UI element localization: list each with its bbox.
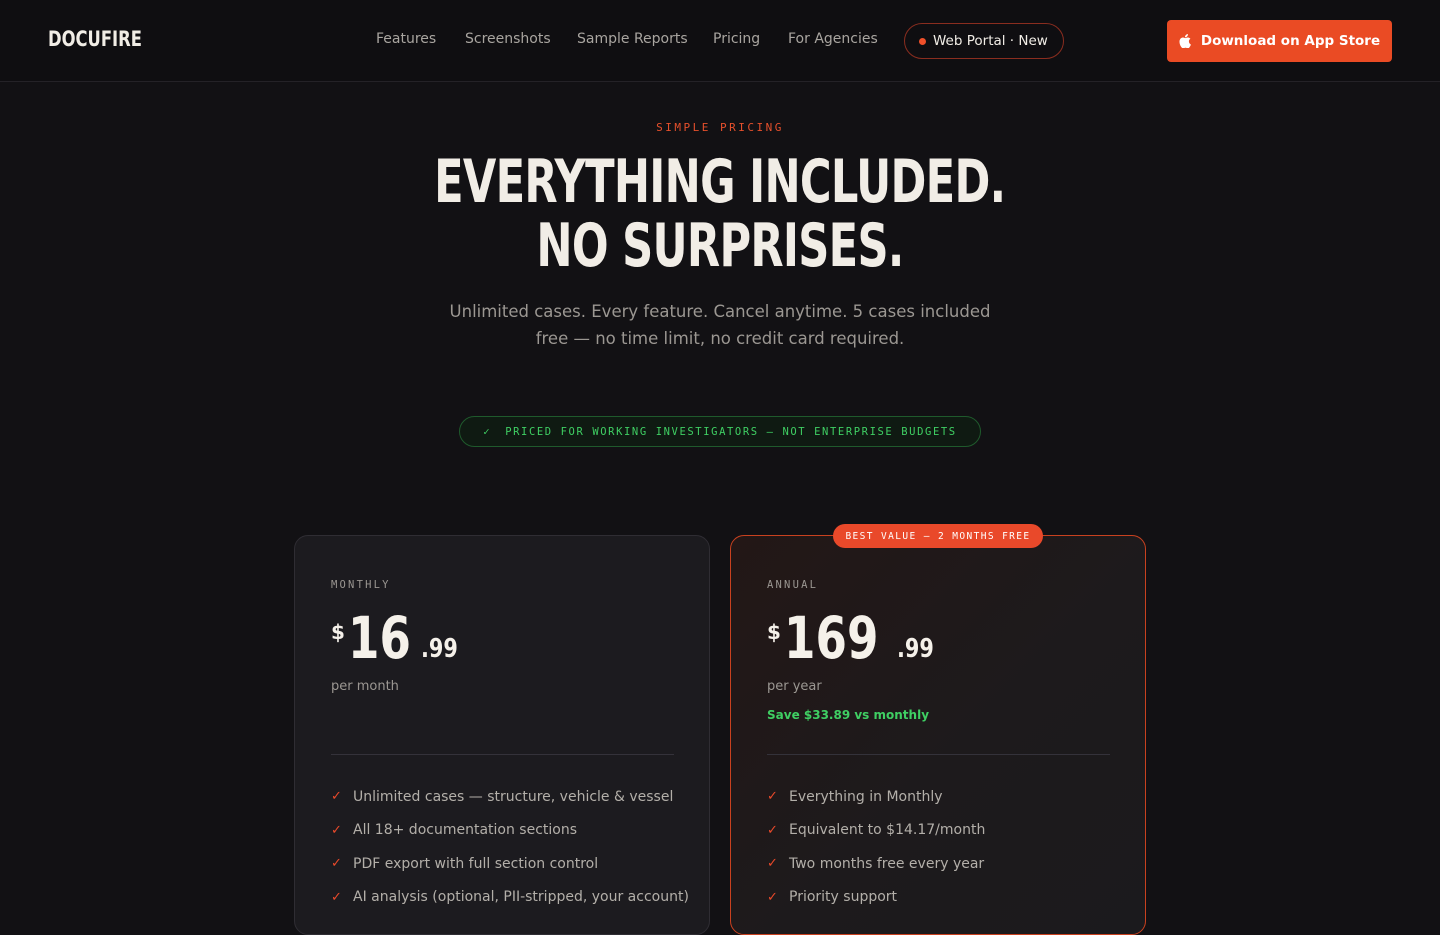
plan-card-monthly[interactable]: MONTHLY $ 16 .99 per month ✓ Unlimited ca… (294, 535, 710, 935)
best-value-badge: BEST VALUE — 2 MONTHS FREE (833, 524, 1043, 548)
price-whole: 169 (783, 604, 879, 672)
plan-price: $ 16 .99 (331, 606, 467, 676)
plan-label: MONTHLY (331, 579, 391, 591)
logo[interactable]: DOCUFIRE (48, 27, 142, 51)
apple-icon (1179, 34, 1191, 48)
savings-note: Save $33.89 vs monthly (767, 708, 930, 722)
headline-line-1: EVERYTHING INCLUDED. (434, 147, 1006, 217)
price-currency: $ (331, 620, 345, 644)
feature-item: ✓ Priority support (767, 881, 985, 915)
eyebrow-label: SIMPLE PRICING (656, 121, 784, 134)
feature-text: Unlimited cases — structure, vehicle & v… (353, 788, 674, 805)
feature-text: PDF export with full section control (353, 855, 599, 872)
page-title: EVERYTHING INCLUDED. NO SURPRISES. (0, 150, 1440, 278)
web-portal-label: Web Portal · New (933, 33, 1048, 49)
check-icon: ✓ (767, 789, 778, 805)
priced-for-label: PRICED FOR WORKING INVESTIGATORS — NOT E… (505, 425, 957, 438)
check-icon: ✓ (767, 856, 778, 872)
divider (331, 754, 674, 755)
feature-list: ✓ Everything in Monthly ✓ Equivalent to $1… (767, 780, 985, 914)
plan-period: per year (767, 679, 822, 694)
nav-link-for-agencies[interactable]: For Agencies (788, 31, 878, 47)
check-icon: ✓ (331, 856, 342, 872)
price-whole: 16 (347, 604, 411, 672)
feature-text: All 18+ documentation sections (353, 822, 577, 839)
divider (767, 754, 1110, 755)
feature-text: Everything in Monthly (789, 788, 943, 805)
feature-item: ✓ Two months free every year (767, 847, 985, 881)
headline-line-2: NO SURPRISES. (536, 211, 904, 281)
nav-link-pricing[interactable]: Pricing (713, 31, 760, 47)
nav-link-screenshots[interactable]: Screenshots (465, 31, 551, 47)
check-icon: ✓ (767, 822, 778, 838)
nav-link-sample-reports[interactable]: Sample Reports (577, 31, 688, 47)
feature-text: Two months free every year (789, 855, 985, 872)
download-label: Download on App Store (1200, 33, 1381, 49)
feature-text: Equivalent to $14.17/month (789, 822, 986, 839)
feature-item: ✓ Everything in Monthly (767, 780, 985, 814)
subheading: Unlimited cases. Every feature. Cancel a… (449, 302, 991, 348)
feature-text: AI analysis (optional, PII-stripped, you… (353, 889, 689, 906)
plan-period: per month (331, 679, 399, 694)
price-currency: $ (767, 620, 781, 644)
check-icon: ✓ (331, 789, 342, 805)
download-app-store-button[interactable]: Download on App Store (1167, 20, 1392, 62)
check-icon: ✓ (331, 889, 342, 905)
feature-item: ✓ PDF export with full section control (331, 847, 689, 881)
price-cents: .99 (420, 634, 458, 664)
check-icon: ✓ (767, 889, 778, 905)
feature-item: ✓ Unlimited cases — structure, vehicle & … (331, 780, 689, 814)
check-icon: ✓ (483, 425, 492, 438)
feature-text: Priority support (789, 889, 898, 906)
feature-item: ✓ AI analysis (optional, PII-stripped, yo… (331, 881, 689, 915)
top-nav: DOCUFIRE Features Screenshots Sample Rep… (0, 0, 1440, 82)
check-icon: ✓ (331, 822, 342, 838)
priced-for-badge: ✓ PRICED FOR WORKING INVESTIGATORS — NOT… (459, 416, 981, 447)
web-portal-button[interactable]: Web Portal · New (904, 23, 1064, 59)
plan-card-annual[interactable]: ANNUAL $ 169 .99 per year Save $33.89 vs… (730, 535, 1146, 935)
nav-link-features[interactable]: Features (376, 31, 436, 47)
feature-item: ✓ All 18+ documentation sections (331, 814, 689, 848)
plan-label: ANNUAL (767, 579, 819, 591)
feature-item: ✓ Equivalent to $14.17/month (767, 814, 985, 848)
status-dot-icon (919, 37, 926, 45)
plan-price: $ 169 .99 (767, 606, 943, 676)
price-cents: .99 (897, 634, 934, 664)
feature-list: ✓ Unlimited cases — structure, vehicle & … (331, 780, 689, 914)
